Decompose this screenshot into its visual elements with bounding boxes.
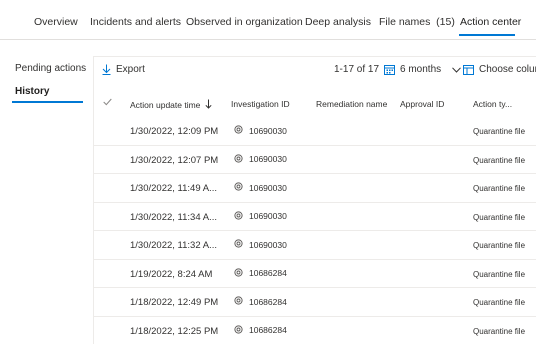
action-update-time-cell: 1/30/2022, 11:34 A... (130, 211, 217, 223)
action-update-time-cell: 1/30/2022, 12:09 PM (130, 126, 219, 137)
column-header-approval-id[interactable]: Approval ID (400, 99, 444, 109)
investigation-gear-icon (234, 182, 243, 193)
investigation-id-cell[interactable]: 10690030 (234, 153, 287, 165)
investigation-id-value: 10690030 (249, 125, 287, 136)
history-table-body: 1/30/2022, 12:09 PM 10690030 Quarantine fi… (94, 117, 536, 344)
action-update-time-cell: 1/19/2022, 8:24 AM (130, 268, 213, 280)
date-range-dropdown[interactable]: 6 months (384, 64, 462, 75)
tab-observed-in-organization[interactable]: Observed in organization (186, 16, 303, 28)
action-type-cell: Quarantine file (473, 298, 526, 307)
investigation-gear-icon (234, 210, 243, 222)
toolbar: Export 1-17 of 17 6 months Choose column… (94, 57, 536, 85)
investigation-id-value: 10690030 (249, 154, 287, 164)
investigation-id-value: 10690030 (249, 211, 287, 221)
investigation-id-value: 10690030 (249, 239, 287, 250)
column-header-remediation-name[interactable]: Remediation name (316, 99, 387, 109)
investigation-id-value: 10686284 (249, 296, 287, 307)
result-count: 1-17 of 17 (334, 64, 379, 75)
table-row[interactable]: 1/30/2022, 12:07 PM 10690030 Quarantine fi… (94, 146, 536, 174)
calendar-icon (384, 64, 395, 75)
investigation-gear-icon (234, 267, 243, 279)
investigation-id-cell[interactable]: 10690030 (234, 239, 287, 250)
action-type-cell: Quarantine file (473, 155, 526, 165)
investigation-gear-icon (234, 153, 243, 165)
table-row[interactable]: 1/30/2022, 11:32 A... 10690030 Quarantine … (94, 231, 536, 260)
action-type-cell: Quarantine file (473, 241, 526, 250)
columns-icon (463, 64, 474, 75)
investigation-id-value: 10686284 (249, 268, 287, 278)
result-count-label: 1-17 of 17 (334, 64, 380, 75)
investigation-gear-icon (234, 125, 243, 136)
action-update-time-cell: 1/30/2022, 11:32 A... (130, 240, 217, 251)
chevron-down-icon (452, 66, 462, 73)
investigation-id-cell[interactable]: 10690030 (234, 182, 287, 193)
investigation-gear-icon (234, 239, 243, 250)
choose-columns-button[interactable]: Choose columns (463, 64, 536, 75)
table-row[interactable]: 1/19/2022, 8:24 AM 10686284 Quarantine fil… (94, 260, 536, 288)
nav-item-pending-actions[interactable]: Pending actions (15, 63, 86, 74)
table-row[interactable]: 1/18/2022, 12:49 PM 10686284 Quarantine fi… (94, 288, 536, 317)
active-nav-indicator (12, 101, 83, 103)
nav-item-history[interactable]: History (15, 86, 49, 97)
investigation-id-cell[interactable]: 10690030 (234, 125, 287, 136)
action-update-time-cell: 1/18/2022, 12:49 PM (130, 297, 219, 308)
action-type-cell: Quarantine file (473, 269, 526, 279)
action-type-cell: Quarantine file (473, 326, 526, 336)
column-header-action-type[interactable]: Action ty... (473, 99, 512, 109)
column-header-investigation-id[interactable]: Investigation ID (231, 99, 290, 109)
column-header-action-update-time[interactable]: Action update time (130, 99, 212, 111)
checkmark-icon[interactable] (103, 98, 112, 108)
table-row[interactable]: 1/30/2022, 11:49 A... 10690030 Quarantine … (94, 174, 536, 203)
investigation-id-cell[interactable]: 10686284 (234, 296, 287, 307)
export-label: Export (116, 64, 145, 75)
action-center-nav: Pending actions History (0, 41, 92, 344)
action-update-time-cell: 1/18/2022, 12:25 PM (130, 325, 219, 337)
tab-file-names[interactable]: File names (15) (379, 16, 455, 28)
investigation-id-value: 10690030 (249, 182, 287, 193)
investigation-id-value: 10686284 (249, 325, 287, 335)
choose-columns-label: Choose columns (479, 64, 536, 75)
column-label-time: Action update time (130, 100, 201, 110)
investigation-id-cell[interactable]: 10686284 (234, 267, 287, 279)
action-type-cell: Quarantine file (473, 212, 526, 222)
table-header: Action update time Investigation ID Reme… (94, 93, 536, 117)
tab-incidents-and-alerts[interactable]: Incidents and alerts (90, 16, 181, 28)
download-arrow-icon (102, 64, 111, 75)
history-panel: Export 1-17 of 17 6 months Choose column… (93, 56, 536, 344)
action-update-time-cell: 1/30/2022, 12:07 PM (130, 154, 219, 166)
investigation-id-cell[interactable]: 10686284 (234, 324, 287, 336)
investigation-gear-icon (234, 324, 243, 336)
export-button[interactable]: Export (102, 64, 145, 75)
active-tab-indicator (459, 34, 515, 36)
tab-overview[interactable]: Overview (34, 16, 78, 28)
table-row[interactable]: 1/30/2022, 12:09 PM 10690030 Quarantine fi… (94, 117, 536, 146)
action-type-cell: Quarantine file (473, 127, 526, 136)
tab-action-center[interactable]: Action center (460, 16, 521, 28)
tab-deep-analysis[interactable]: Deep analysis (305, 16, 371, 28)
table-row[interactable]: 1/30/2022, 11:34 A... 10690030 Quarantine … (94, 203, 536, 231)
date-range-label: 6 months (400, 64, 442, 75)
table-row[interactable]: 1/18/2022, 12:25 PM 10686284 Quarantine fi… (94, 317, 536, 344)
entity-tab-bar: Overview Incidents and alerts Observed i… (0, 0, 536, 40)
action-update-time-cell: 1/30/2022, 11:49 A... (130, 183, 217, 194)
investigation-gear-icon (234, 296, 243, 307)
action-type-cell: Quarantine file (473, 184, 526, 193)
sort-down-arrow-icon (205, 99, 212, 111)
investigation-id-cell[interactable]: 10690030 (234, 210, 287, 222)
